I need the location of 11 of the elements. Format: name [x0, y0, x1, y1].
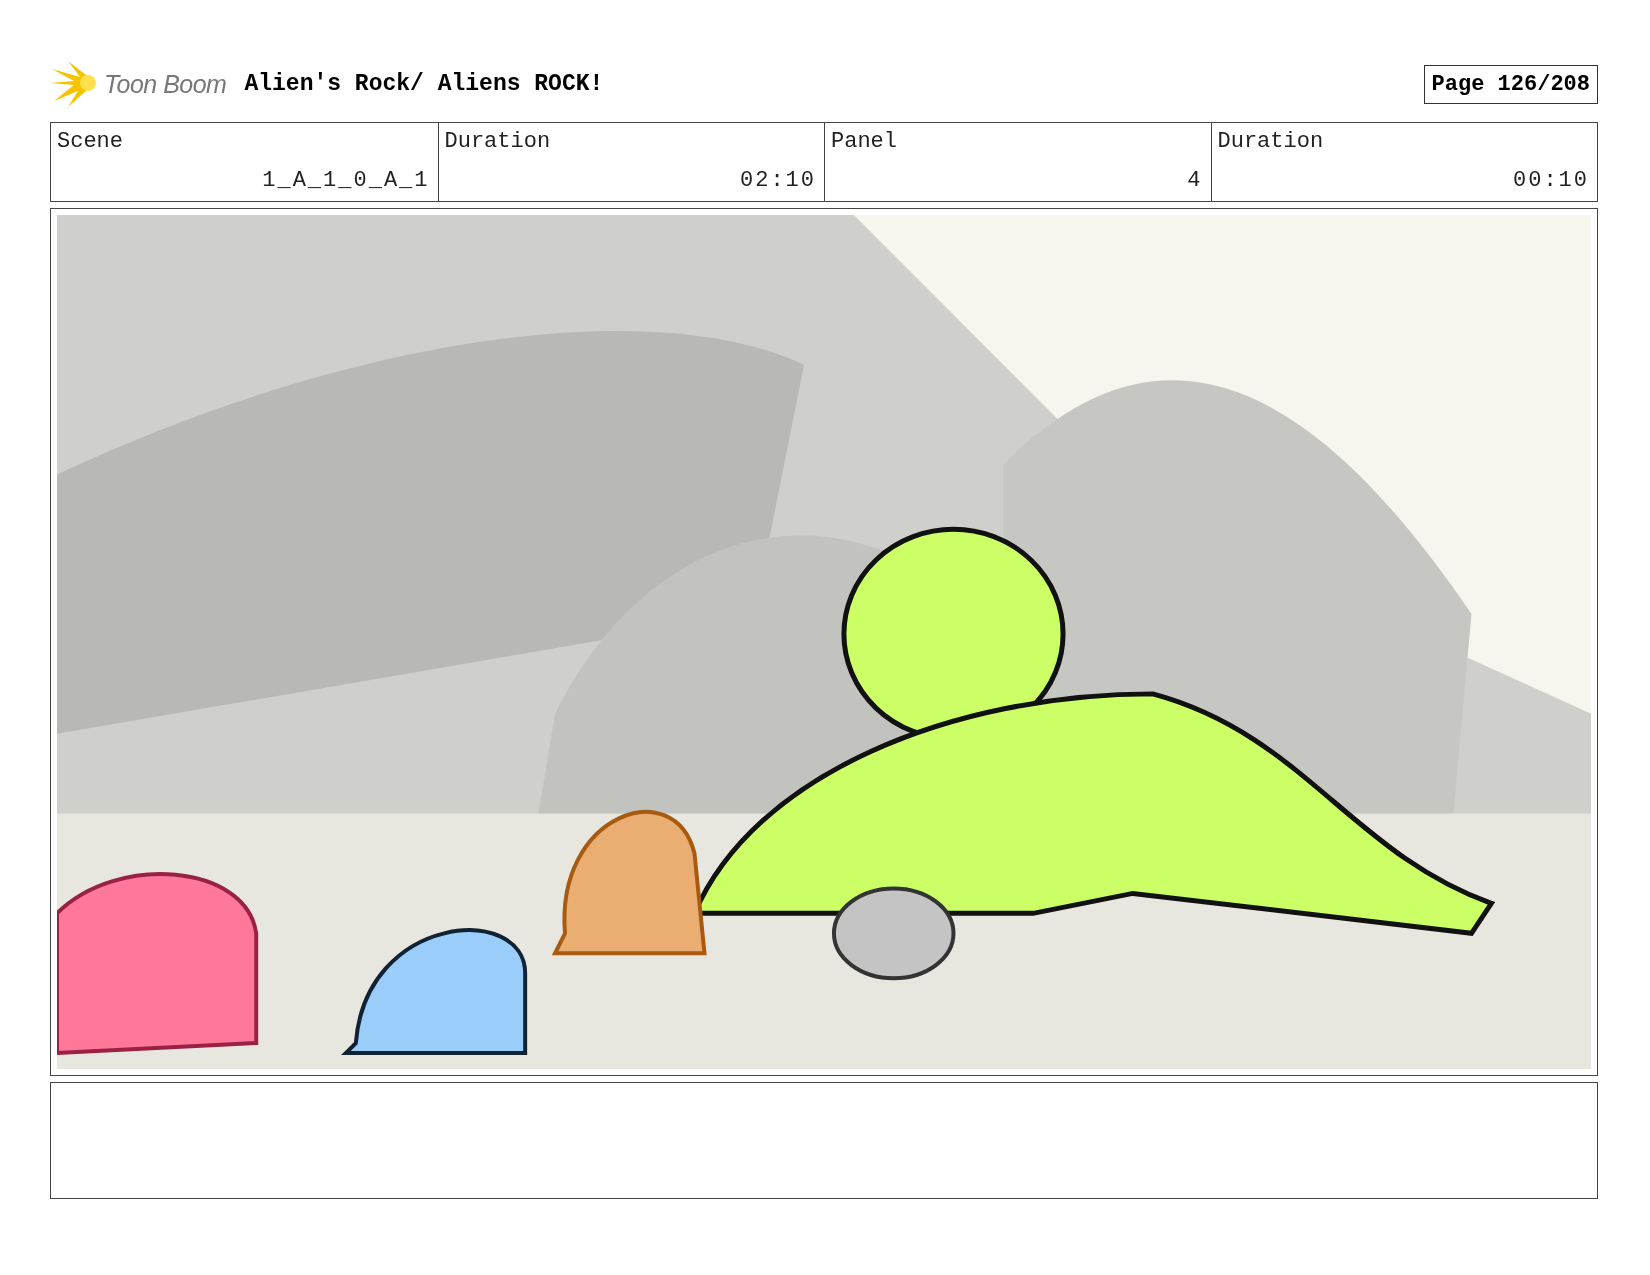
- storyboard-title: Alien's Rock/ Aliens ROCK!: [244, 71, 605, 97]
- table-cell: 4: [1187, 168, 1203, 193]
- column-header: Duration: [444, 129, 552, 154]
- table-cell: 02:10: [740, 168, 816, 193]
- column-header: Duration: [1217, 129, 1325, 154]
- table-cell: 00:10: [1513, 168, 1589, 193]
- table-cell: 1_A_1_0_A_1: [262, 168, 430, 193]
- brand-logo-text: Toon Boom: [104, 69, 227, 99]
- column-header: Scene: [57, 129, 124, 154]
- page-number: Page 126/208: [1423, 64, 1598, 104]
- column-header: Panel: [831, 129, 898, 154]
